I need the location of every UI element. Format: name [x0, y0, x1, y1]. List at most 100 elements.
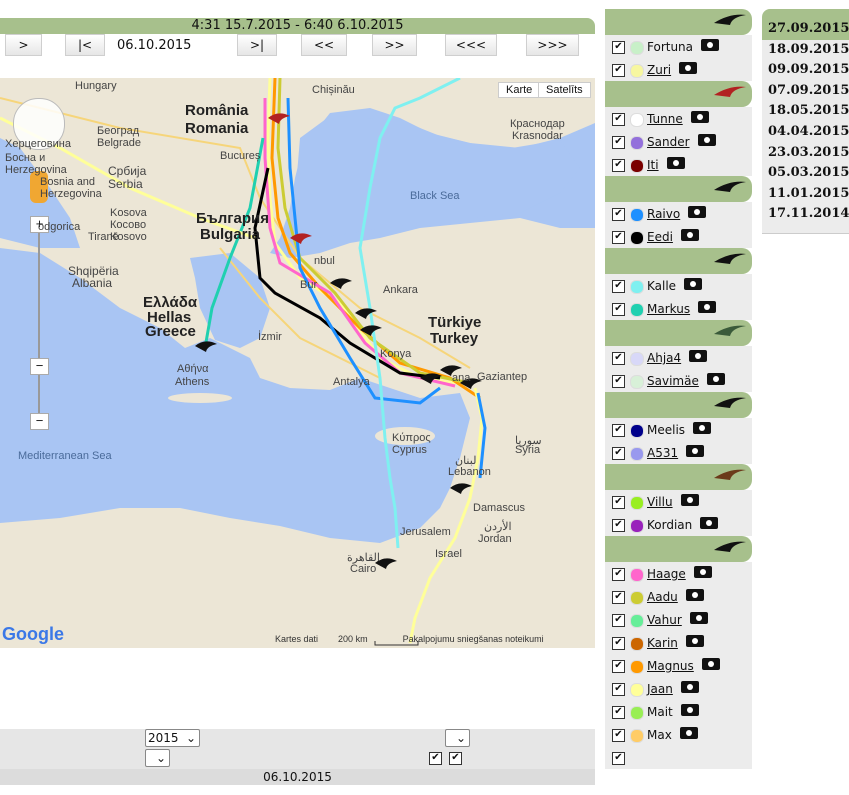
- option-select[interactable]: ⌄: [445, 729, 470, 747]
- zoom-handle[interactable]: −: [30, 358, 49, 375]
- zoom-out-button[interactable]: −: [30, 413, 49, 430]
- date-list-item[interactable]: 18.05.2015: [762, 101, 849, 122]
- map-type-map-button[interactable]: Karte: [498, 82, 541, 98]
- bird-checkbox[interactable]: ✔: [612, 519, 625, 532]
- bird-name[interactable]: Savimäe: [647, 374, 699, 388]
- camera-icon[interactable]: [698, 301, 716, 313]
- bird-checkbox[interactable]: ✔: [612, 568, 625, 581]
- camera-icon[interactable]: [681, 704, 699, 716]
- camera-icon[interactable]: [667, 157, 685, 169]
- legend-group-header[interactable]: [605, 320, 752, 346]
- bird-name[interactable]: Sander: [647, 135, 690, 149]
- step-forward-button[interactable]: >>: [372, 34, 417, 56]
- camera-icon[interactable]: [680, 727, 698, 739]
- date-list-item[interactable]: 27.09.2015: [762, 19, 849, 40]
- option-checkbox-1[interactable]: ✔: [429, 752, 442, 765]
- bird-name[interactable]: Tunne: [647, 112, 683, 126]
- date-list-item[interactable]: 04.04.2015: [762, 122, 849, 143]
- camera-icon[interactable]: [693, 422, 711, 434]
- camera-icon[interactable]: [686, 635, 704, 647]
- camera-icon[interactable]: [701, 39, 719, 51]
- camera-icon[interactable]: [681, 494, 699, 506]
- camera-icon[interactable]: [679, 62, 697, 74]
- date-list-item[interactable]: 18.09.2015: [762, 40, 849, 61]
- bird-name[interactable]: Villu: [647, 495, 673, 509]
- bird-name[interactable]: Zuri: [647, 63, 671, 77]
- bird-name[interactable]: Eedi: [647, 230, 673, 244]
- map-data-link[interactable]: Kartes dati: [275, 634, 318, 644]
- fast-forward-button[interactable]: >>>: [526, 34, 579, 56]
- bird-name[interactable]: Magnus: [647, 659, 694, 673]
- date-list-item[interactable]: 11.01.2015: [762, 184, 849, 205]
- year-select[interactable]: 2015 ⌄: [145, 729, 200, 747]
- bird-checkbox[interactable]: ✔: [612, 64, 625, 77]
- map-view[interactable]: Karte Satelīts + − − Hungary Chișinău Ro…: [0, 78, 595, 648]
- camera-icon[interactable]: [681, 229, 699, 241]
- bird-checkbox[interactable]: ✔: [612, 729, 625, 742]
- legend-group-header[interactable]: [605, 464, 752, 490]
- date-list-item[interactable]: 09.09.2015: [762, 60, 849, 81]
- camera-icon[interactable]: [702, 658, 720, 670]
- camera-icon[interactable]: [686, 445, 704, 457]
- step-back-button[interactable]: <<: [301, 34, 347, 56]
- legend-group-header[interactable]: [605, 248, 752, 274]
- fast-back-button[interactable]: <<<: [445, 34, 497, 56]
- camera-icon[interactable]: [689, 350, 707, 362]
- terms-link[interactable]: Pakalpojumu sniegšanas noteikumi: [403, 634, 544, 644]
- map-type-satellite-button[interactable]: Satelīts: [538, 82, 591, 98]
- camera-icon[interactable]: [684, 278, 702, 290]
- legend-group-header[interactable]: [605, 9, 752, 35]
- camera-icon[interactable]: [698, 134, 716, 146]
- legend-group-header[interactable]: [605, 81, 752, 107]
- bird-checkbox[interactable]: ✔: [612, 159, 625, 172]
- bird-name[interactable]: A531: [647, 446, 678, 460]
- camera-icon[interactable]: [700, 517, 718, 529]
- date-list-item[interactable]: 23.03.2015: [762, 143, 849, 164]
- bird-checkbox[interactable]: ✔: [612, 591, 625, 604]
- bird-name[interactable]: Vahur: [647, 613, 682, 627]
- bird-checkbox[interactable]: ✔: [612, 424, 625, 437]
- bird-checkbox[interactable]: ✔: [612, 447, 625, 460]
- legend-group-header[interactable]: [605, 536, 752, 562]
- bird-checkbox[interactable]: ✔: [612, 41, 625, 54]
- bird-checkbox[interactable]: ✔: [612, 231, 625, 244]
- bird-checkbox[interactable]: ✔: [612, 375, 625, 388]
- bird-name[interactable]: Karin: [647, 636, 678, 650]
- first-button[interactable]: |<: [65, 34, 105, 56]
- map-scale[interactable]: 200 km: [338, 634, 368, 644]
- camera-icon[interactable]: [688, 206, 706, 218]
- camera-icon[interactable]: [694, 566, 712, 578]
- bird-checkbox[interactable]: ✔: [612, 136, 625, 149]
- bird-name[interactable]: Jaan: [647, 682, 673, 696]
- bird-checkbox[interactable]: ✔: [612, 113, 625, 126]
- camera-icon[interactable]: [707, 373, 725, 385]
- legend-group-header[interactable]: [605, 392, 752, 418]
- date-list-item[interactable]: 07.09.2015: [762, 81, 849, 102]
- bird-checkbox[interactable]: ✔: [612, 637, 625, 650]
- bird-checkbox[interactable]: ✔: [612, 208, 625, 221]
- bird-checkbox[interactable]: ✔: [612, 706, 625, 719]
- option-checkbox-2[interactable]: ✔: [449, 752, 462, 765]
- bird-checkbox[interactable]: ✔: [612, 280, 625, 293]
- camera-icon[interactable]: [686, 589, 704, 601]
- bird-name[interactable]: Aadu: [647, 590, 678, 604]
- bird-checkbox[interactable]: ✔: [612, 352, 625, 365]
- bird-checkbox[interactable]: ✔: [612, 683, 625, 696]
- bird-checkbox[interactable]: ✔: [612, 660, 625, 673]
- bird-name[interactable]: Haage: [647, 567, 686, 581]
- bird-name[interactable]: Markus: [647, 302, 690, 316]
- date-list-item[interactable]: 05.03.2015: [762, 163, 849, 184]
- zoom-slider[interactable]: [38, 228, 40, 418]
- month-select[interactable]: ⌄: [145, 749, 170, 767]
- date-list-item[interactable]: 17.11.2014: [762, 204, 849, 225]
- bird-checkbox[interactable]: ✔: [612, 614, 625, 627]
- last-button[interactable]: >|: [237, 34, 277, 56]
- google-logo[interactable]: Google: [2, 624, 64, 645]
- camera-icon[interactable]: [691, 111, 709, 123]
- bird-checkbox[interactable]: ✔: [612, 496, 625, 509]
- bird-checkbox[interactable]: ✔: [612, 303, 625, 316]
- camera-icon[interactable]: [681, 681, 699, 693]
- select-all-checkbox[interactable]: ✔: [612, 752, 625, 765]
- play-button[interactable]: >: [5, 34, 42, 56]
- legend-group-header[interactable]: [605, 176, 752, 202]
